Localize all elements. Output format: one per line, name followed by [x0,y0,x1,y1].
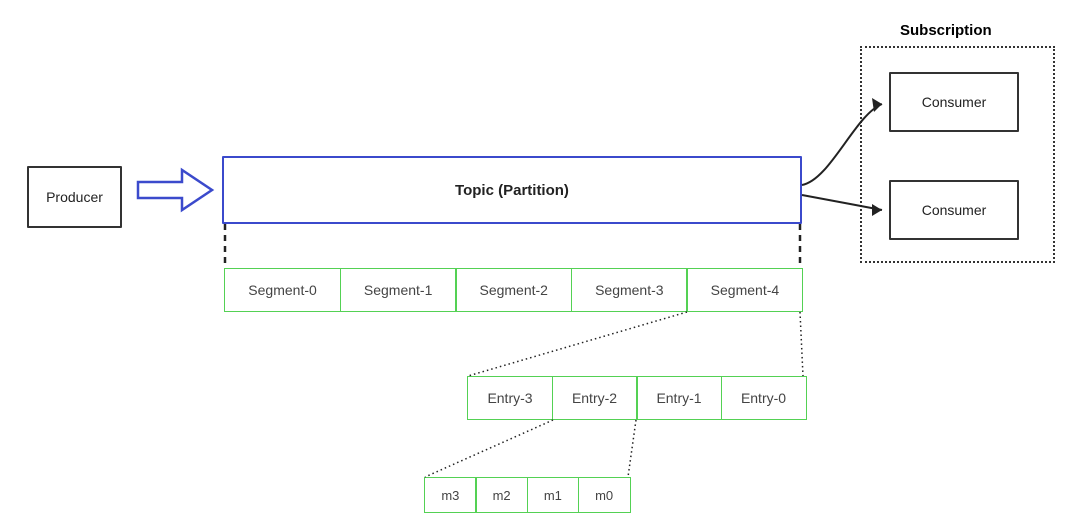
entry-3: Entry-3 [467,376,553,420]
entry2-messages-dot-left [425,420,553,477]
producer-label: Producer [46,189,103,205]
subscription-title: Subscription [900,22,992,39]
message-m0: m0 [578,477,631,513]
topic-partition-box: Topic (Partition) [222,156,802,224]
message-m1: m1 [527,477,580,513]
topic-label: Topic (Partition) [455,182,569,199]
consumer-label-2: Consumer [922,202,987,218]
segment-3: Segment-3 [571,268,688,312]
consumer-label-1: Consumer [922,94,987,110]
entries-row: Entry-3 Entry-2 Entry-1 Entry-0 [467,376,805,420]
entry2-messages-dot-right [628,420,636,477]
segment4-entries-dot-left [468,312,687,376]
segment4-entries-dot-right [800,312,803,376]
consumer-box-2: Consumer [889,180,1019,240]
message-m2: m2 [475,477,528,513]
entry-0: Entry-0 [721,376,807,420]
segment-1: Segment-1 [340,268,457,312]
segment-4: Segment-4 [686,268,803,312]
message-m3: m3 [424,477,477,513]
messages-row: m3 m2 m1 m0 [424,477,629,513]
producer-box: Producer [27,166,122,228]
entry-1: Entry-1 [636,376,722,420]
consumer-box-1: Consumer [889,72,1019,132]
segments-row: Segment-0 Segment-1 Segment-2 Segment-3 … [224,268,802,312]
segment-0: Segment-0 [224,268,341,312]
segment-2: Segment-2 [455,268,572,312]
producer-to-topic-arrow [138,170,212,210]
entry-2: Entry-2 [552,376,638,420]
